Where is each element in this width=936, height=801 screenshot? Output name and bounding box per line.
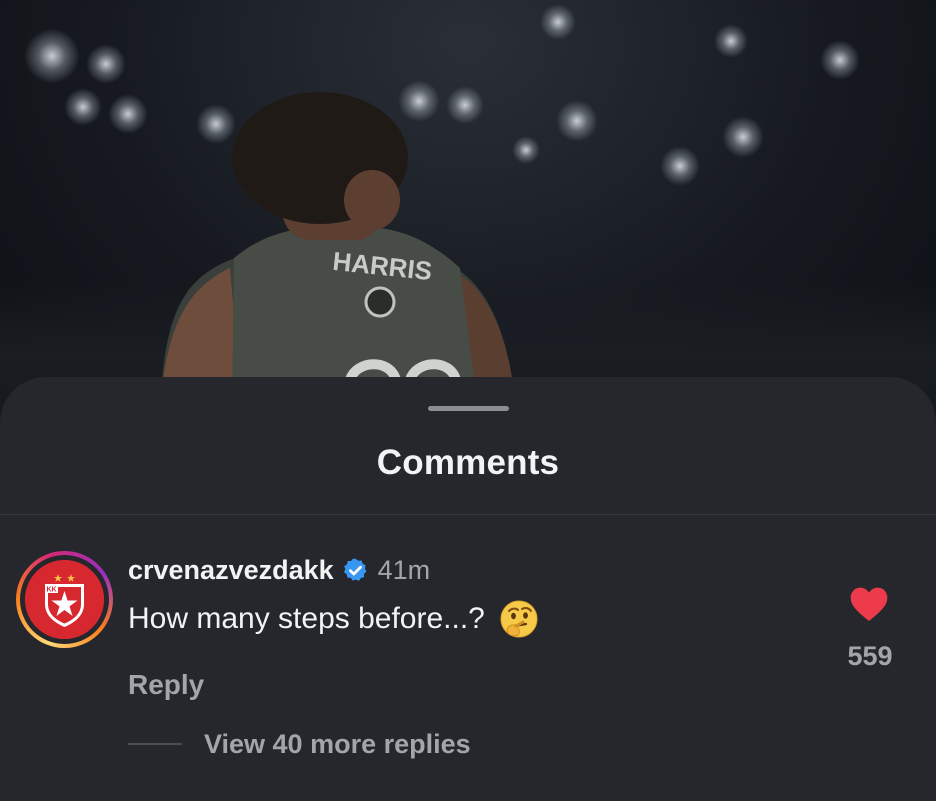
screen: HARRIS Comments KK crvenazvezdakk 41m Ho… <box>0 0 936 801</box>
background-photo: HARRIS <box>0 0 936 430</box>
sheet-title: Comments <box>376 443 560 482</box>
like-count: 559 <box>847 641 893 671</box>
arena-light <box>660 146 700 186</box>
avatar-story-ring[interactable]: KK <box>16 551 113 648</box>
arena-light <box>540 4 576 40</box>
thinking-face-emoji-icon <box>499 599 539 639</box>
comment-header: crvenazvezdakk 41m <box>128 550 430 590</box>
verified-badge-icon <box>342 557 369 584</box>
arena-light <box>820 40 860 80</box>
view-more-replies-label: View 40 more replies <box>204 728 471 759</box>
comments-sheet: Comments KK crvenazvezdakk 41m How many … <box>0 377 936 801</box>
reply-button[interactable]: Reply <box>128 669 204 701</box>
arena-light <box>86 44 126 84</box>
arena-light <box>556 100 598 142</box>
arena-light <box>722 116 764 158</box>
comment-timestamp: 41m <box>377 554 431 585</box>
comment-body: How many steps before...? <box>128 599 539 639</box>
comment-text: How many steps before...? <box>128 602 485 635</box>
avatar[interactable]: KK <box>25 560 104 639</box>
arena-light <box>108 94 148 134</box>
sheet-grabber-handle[interactable] <box>428 406 509 411</box>
red-star-crest-logo: KK <box>25 560 104 639</box>
comment-username[interactable]: crvenazvezdakk <box>128 555 334 586</box>
replies-thread-line <box>128 743 182 745</box>
avatar-ring-gap: KK <box>20 555 109 644</box>
arena-light <box>24 28 80 84</box>
arena-light <box>714 24 748 58</box>
view-more-replies-button[interactable]: View 40 more replies <box>128 727 471 761</box>
heart-icon[interactable] <box>849 585 889 623</box>
comment-item: KK crvenazvezdakk 41m How many steps bef… <box>0 547 936 747</box>
divider <box>0 514 936 515</box>
arena-light <box>64 88 102 126</box>
avatar-badge-text: KK <box>46 587 56 594</box>
player-silhouette: HARRIS <box>160 92 516 410</box>
